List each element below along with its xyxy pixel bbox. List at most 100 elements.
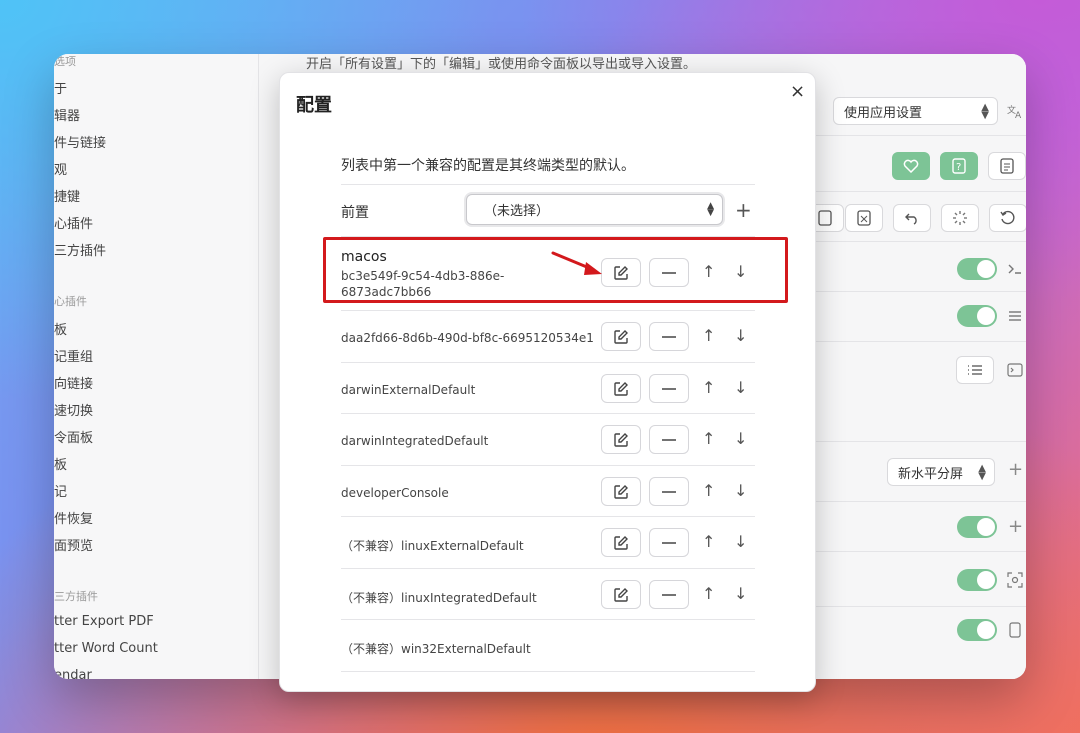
sidebar-community-item[interactable]: tter Export PDF <box>54 614 154 629</box>
document-icon <box>1000 158 1014 174</box>
split-select-value: 新水平分屏 <box>898 466 964 482</box>
sidebar-item-appearance[interactable]: 观 <box>54 159 67 178</box>
sidebar-item-editor[interactable]: 辑器 <box>54 105 80 124</box>
sidebar-item-about[interactable]: 于 <box>54 78 67 97</box>
add-icon[interactable]: + <box>1008 517 1023 537</box>
document-button[interactable] <box>988 152 1026 180</box>
svg-text:?: ? <box>956 162 961 173</box>
sidebar-community-item[interactable]: endar <box>54 668 92 679</box>
edit-icon <box>614 381 628 396</box>
move-down-icon[interactable]: ↓ <box>734 380 747 396</box>
undo-button[interactable] <box>893 204 931 232</box>
terminal-icon[interactable] <box>1007 261 1023 277</box>
minus-icon <box>662 490 676 493</box>
modal-title: 配置 <box>296 95 332 116</box>
chevron-updown-icon: ▲ ▼ <box>981 102 989 121</box>
file-x-icon <box>857 210 871 226</box>
reset-button[interactable] <box>989 204 1026 232</box>
move-down-icon[interactable]: ↓ <box>734 483 747 499</box>
profile-row: （不兼容）linuxIntegratedDefault ↑ ↓ <box>341 569 755 620</box>
move-up-icon[interactable]: ↑ <box>702 534 715 550</box>
minus-icon <box>662 387 676 390</box>
move-up-icon[interactable]: ↑ <box>702 328 715 344</box>
front-select-value: （未选择） <box>484 204 550 219</box>
edit-icon <box>614 587 628 602</box>
heart-button[interactable] <box>892 152 930 180</box>
divider <box>341 184 755 185</box>
terminal-box-icon[interactable] <box>1007 362 1023 378</box>
svg-text:A: A <box>1015 111 1022 119</box>
help-button[interactable]: ? <box>940 152 978 180</box>
front-profile-select[interactable]: （未选择） ▲ ▼ <box>466 194 723 225</box>
move-down-icon[interactable]: ↓ <box>734 586 747 602</box>
move-up-icon[interactable]: ↑ <box>702 586 715 602</box>
chevron-updown-icon: ▲ ▼ <box>978 463 986 482</box>
profile-row: darwinExternalDefault ↑ ↓ <box>341 363 755 414</box>
settings-right-controls: 使用应用设置 ▲ ▼ 文A ? 新水平分屏 ▲ ▼ + + <box>806 54 1026 679</box>
sidebar-section-core-plugins: 心插件 <box>54 295 87 308</box>
edit-profile-button[interactable] <box>601 477 641 506</box>
delete-file-button[interactable] <box>845 204 883 232</box>
sidebar-section-community-plugins: 三方插件 <box>54 590 98 603</box>
toggle-switch[interactable] <box>957 619 997 641</box>
sidebar-core-item[interactable]: 向链接 <box>54 373 93 392</box>
edit-profile-button[interactable] <box>601 374 641 403</box>
move-down-icon[interactable]: ↓ <box>734 534 747 550</box>
sidebar-core-item[interactable]: 板 <box>54 319 67 338</box>
menu-icon[interactable] <box>1007 308 1023 324</box>
remove-profile-button[interactable] <box>649 425 689 454</box>
sidebar-item-hotkeys[interactable]: 捷键 <box>54 186 80 205</box>
edit-icon <box>614 535 628 550</box>
remove-profile-button[interactable] <box>649 322 689 351</box>
remove-profile-button[interactable] <box>649 374 689 403</box>
toggle-switch[interactable] <box>957 305 997 327</box>
sidebar-item-files-links[interactable]: 件与链接 <box>54 132 106 151</box>
settings-description: 开启「所有设置」下的「编辑」或使用命令面板以导出或导入设置。 <box>306 57 697 72</box>
profiles-modal: 配置 × 列表中第一个兼容的配置是其终端类型的默认。 前置 （未选择） ▲ ▼ +… <box>279 72 816 692</box>
red-arrow-icon <box>551 251 602 275</box>
edit-icon <box>614 329 628 344</box>
loader-icon <box>953 211 967 225</box>
remove-profile-button[interactable] <box>649 528 689 557</box>
sidebar-core-item[interactable]: 令面板 <box>54 427 93 446</box>
toggle-switch[interactable] <box>957 569 997 591</box>
move-up-icon[interactable]: ↑ <box>702 380 715 396</box>
move-up-icon[interactable]: ↑ <box>702 483 715 499</box>
chevron-updown-icon: ▲ ▼ <box>707 201 714 218</box>
close-icon[interactable]: × <box>790 81 805 102</box>
language-select[interactable]: 使用应用设置 ▲ ▼ <box>833 97 998 125</box>
minus-icon <box>662 593 676 596</box>
sidebar-core-item[interactable]: 面预览 <box>54 535 93 554</box>
add-icon[interactable]: + <box>1008 460 1023 480</box>
sidebar-core-item[interactable]: 板 <box>54 454 67 473</box>
toggle-switch[interactable] <box>957 258 997 280</box>
remove-profile-button[interactable] <box>649 477 689 506</box>
remove-profile-button[interactable] <box>649 580 689 609</box>
edit-profile-button[interactable] <box>601 425 641 454</box>
edit-profile-button[interactable] <box>601 322 641 351</box>
minus-icon <box>662 541 676 544</box>
list-button[interactable] <box>956 356 994 384</box>
move-down-icon[interactable]: ↓ <box>734 328 747 344</box>
edit-profile-button[interactable] <box>601 580 641 609</box>
sidebar-community-item[interactable]: tter Word Count <box>54 641 158 656</box>
loading-button[interactable] <box>941 204 979 232</box>
translate-icon[interactable]: 文A <box>1007 103 1023 119</box>
profile-row: （不兼容）linuxExternalDefault ↑ ↓ <box>341 517 755 569</box>
sidebar-core-item[interactable]: 件恢复 <box>54 508 93 527</box>
sidebar-item-core-plugins[interactable]: 心插件 <box>54 213 93 232</box>
focus-icon[interactable] <box>1007 572 1023 588</box>
move-down-icon[interactable]: ↓ <box>734 431 747 447</box>
sidebar-core-item[interactable]: 记重组 <box>54 346 93 365</box>
sidebar-core-item[interactable]: 记 <box>54 481 67 500</box>
list-icon <box>968 365 982 375</box>
edit-profile-button[interactable] <box>601 528 641 557</box>
move-up-icon[interactable]: ↑ <box>702 431 715 447</box>
profile-name: darwinExternalDefault <box>341 383 476 397</box>
toggle-switch[interactable] <box>957 516 997 538</box>
add-front-icon[interactable]: + <box>735 200 752 220</box>
sidebar-core-item[interactable]: 速切换 <box>54 400 93 419</box>
split-direction-select[interactable]: 新水平分屏 ▲ ▼ <box>887 458 995 486</box>
sidebar-item-community-plugins[interactable]: 三方插件 <box>54 240 106 259</box>
mobile-icon[interactable] <box>1007 622 1023 638</box>
